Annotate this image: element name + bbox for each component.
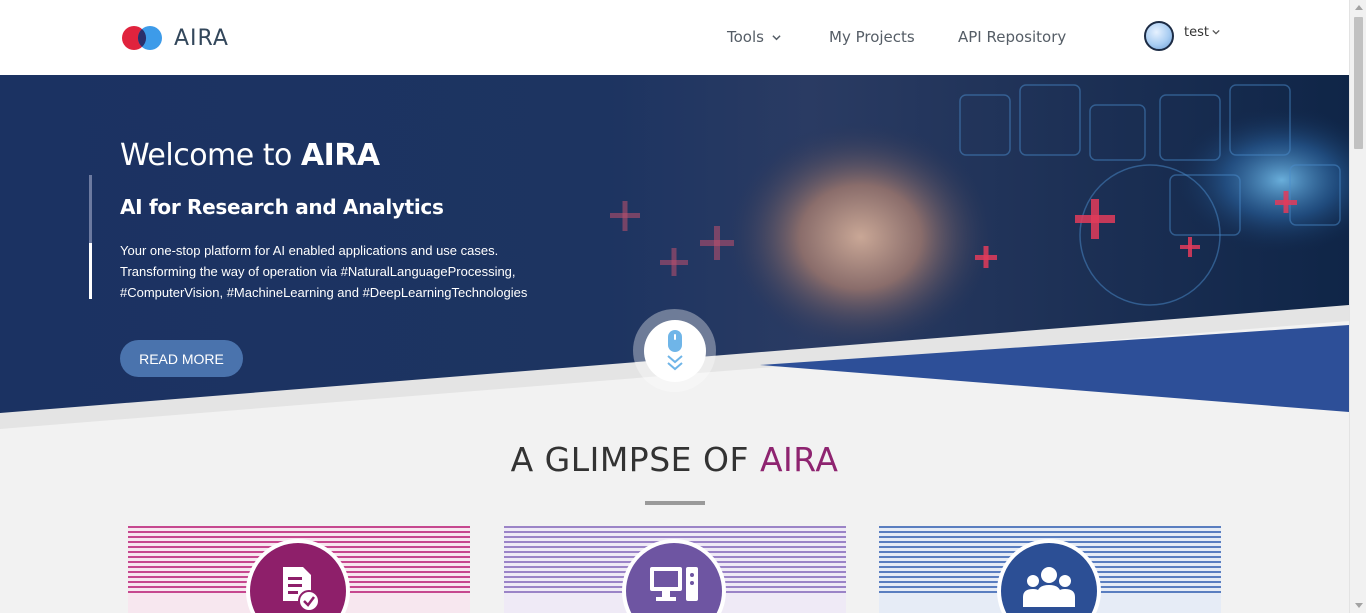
aira-logo[interactable]: AIRA [120,23,229,53]
card-icon-circle [622,539,726,613]
card-icon-circle [997,539,1101,613]
glimpse-divider [645,501,705,505]
hero-title-prefix: Welcome to [120,138,301,173]
scrollbar-thumb[interactable] [1354,17,1363,149]
scroll-down-button[interactable] [633,309,716,392]
glimpse-heading-brand: AIRA [759,440,839,479]
nav-tools-dropdown[interactable]: Tools [727,28,781,46]
top-navbar: AIRA Tools My Projects API Repository te… [0,0,1349,75]
nav-tools-label: Tools [727,28,764,46]
hero-title: Welcome to AIRA [120,138,380,173]
user-chevron-down-icon [1212,29,1220,35]
read-more-button[interactable]: READ MORE [120,340,243,377]
card-icon-circle [246,539,350,613]
glimpse-card-community[interactable] [879,526,1221,613]
hero-subtitle: AI for Research and Analytics [120,195,444,219]
avatar [1144,21,1174,51]
scroll-up-arrow-icon[interactable] [1355,5,1363,10]
mouse-scroll-icon [666,329,683,370]
computer-icon [650,567,698,601]
hero-accent-bar [89,175,92,299]
chevron-down-icon [772,34,781,40]
document-check-icon [283,567,320,611]
scroll-down-arrow-icon[interactable] [1355,603,1363,608]
user-name-wrap: test [1184,25,1220,40]
nav-api-repository-link[interactable]: API Repository [958,28,1066,46]
glimpse-heading-prefix: A GLIMPSE OF [510,440,760,479]
logo-circles-icon [122,26,162,50]
user-name: test [1184,24,1209,40]
scroll-down-inner [643,319,706,382]
logo-text: AIRA [174,25,229,51]
glimpse-card-computing[interactable] [504,526,846,613]
users-icon [1023,567,1075,607]
hero-description: Your one-stop platform for AI enabled ap… [120,243,528,300]
glimpse-card-documents[interactable] [128,526,470,613]
nav-my-projects-label: My Projects [829,28,915,46]
user-menu[interactable]: test [1144,21,1220,51]
page: AIRA Tools My Projects API Repository te… [0,0,1349,613]
hero-banner: Welcome to AIRA AI for Research and Anal… [0,75,1349,435]
hero-title-brand: AIRA [300,138,380,173]
nav-my-projects-link[interactable]: My Projects [829,28,915,46]
page-scrollbar[interactable] [1349,0,1366,613]
glimpse-heading: A GLIMPSE OF AIRA [0,440,1349,479]
nav-api-repository-label: API Repository [958,28,1067,46]
